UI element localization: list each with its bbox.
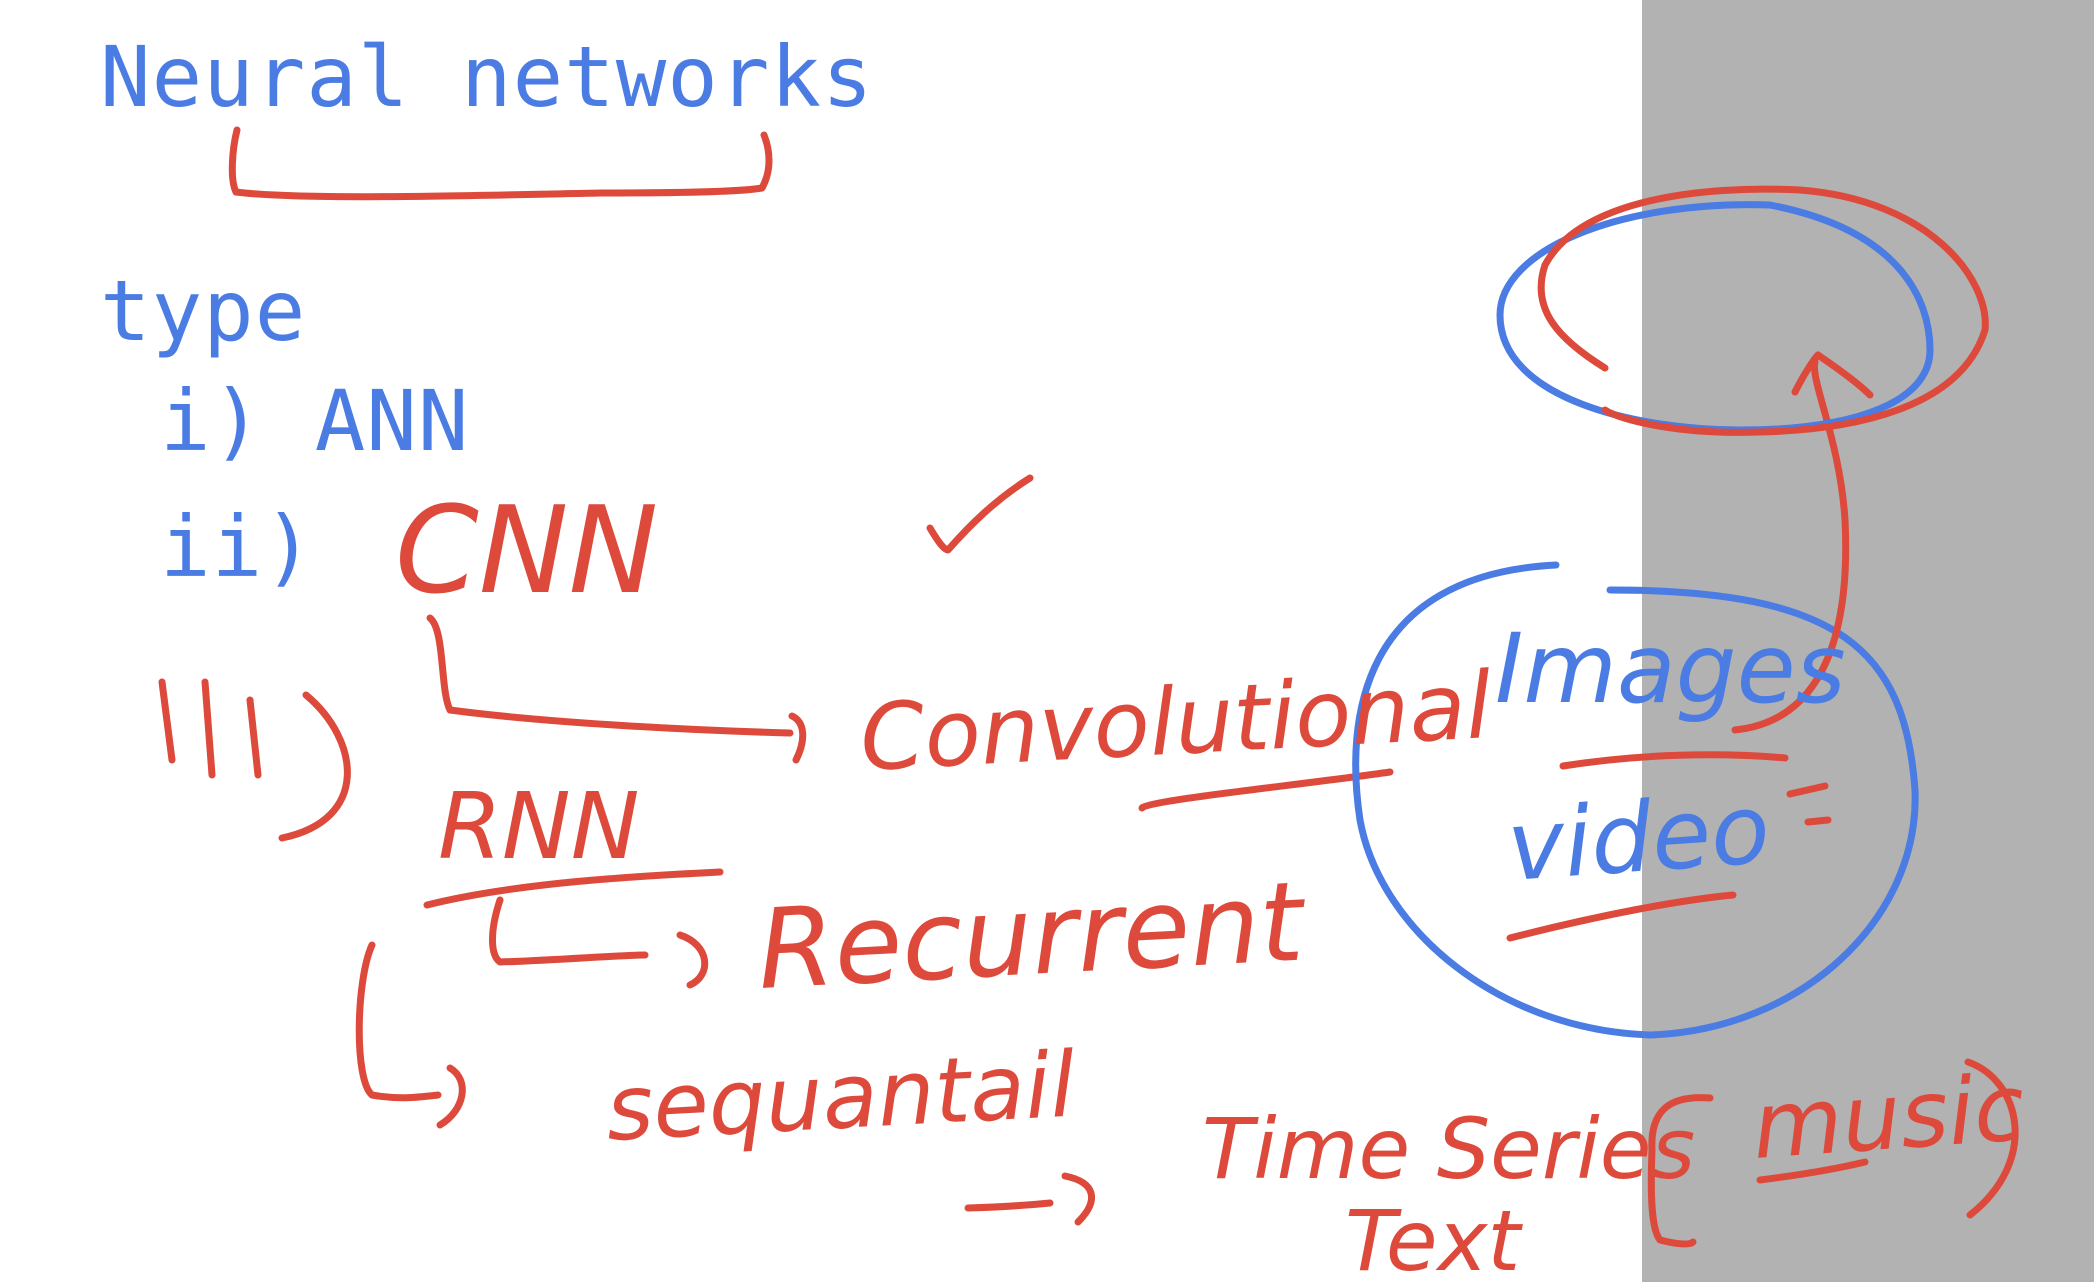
- sequential-arrow: [355, 941, 442, 1102]
- cnn-handwritten: CNN: [395, 482, 658, 621]
- whiteboard-page: Neural networks type i) ANN ii) CNN RNN …: [0, 0, 2094, 1282]
- rnn-arrow-head: [676, 931, 709, 989]
- iii-stroke-3: [246, 696, 262, 779]
- sequential-label: sequantail: [604, 1033, 1078, 1162]
- video-marks-1: [1786, 782, 1829, 798]
- cnn-arrow: [426, 614, 794, 737]
- handwriting-layer: CNN RNN Convolutional Recurrent sequanta…: [158, 126, 2028, 1282]
- music-label: music: [1749, 1054, 2028, 1180]
- video-marks-2: [1804, 816, 1832, 826]
- up-arrow-head: [1791, 351, 1874, 399]
- images-label: Images: [1495, 613, 1846, 725]
- text-label: Text: [1345, 1192, 1523, 1282]
- check-mark: [926, 474, 1034, 554]
- iii-paren: [278, 691, 351, 842]
- video-label: video: [1504, 773, 1773, 903]
- rnn-arrow: [489, 896, 649, 966]
- recurrent-label: Recurrent: [755, 857, 1310, 1014]
- time-series-label: Time Series: [1202, 1100, 1695, 1198]
- iii-stroke-1: [158, 678, 176, 764]
- images-underline: [1559, 751, 1789, 770]
- sequential-arrow-head: [436, 1064, 466, 1129]
- video-underline: [1506, 891, 1737, 942]
- cnn-arrow-head: [788, 712, 807, 764]
- iii-stroke-2: [201, 678, 216, 779]
- title-underline-bracket: [228, 126, 773, 201]
- time-series-arrow: [964, 1199, 1054, 1212]
- rnn-handwritten: RNN: [438, 773, 640, 880]
- time-series-arrow-head: [1061, 1172, 1095, 1226]
- convolutional-label: Convolutional: [858, 652, 1495, 792]
